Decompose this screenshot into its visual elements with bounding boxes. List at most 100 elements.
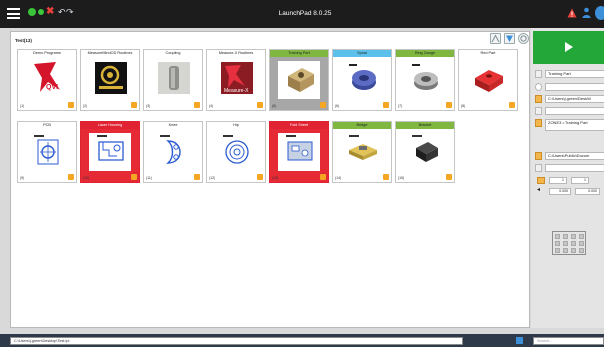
tile-number: (4) bbox=[209, 104, 214, 108]
program-tile[interactable]: Measure-X Routines Measure-X (4) bbox=[206, 49, 266, 111]
tray-cell[interactable] bbox=[563, 248, 568, 253]
program-tile[interactable]: MeasureMindOD Routines (2) bbox=[80, 49, 140, 111]
gear-icon[interactable] bbox=[535, 83, 542, 91]
alert-icon[interactable] bbox=[567, 8, 577, 18]
refresh-icon[interactable] bbox=[518, 33, 529, 44]
program-tile[interactable]: Red Part (8) bbox=[458, 49, 518, 111]
tile-badge-icon[interactable] bbox=[194, 174, 200, 180]
tray-cell[interactable] bbox=[571, 234, 576, 239]
tray-cell[interactable] bbox=[555, 248, 560, 253]
program-tile[interactable]: Ring Gauge (7) bbox=[395, 49, 455, 111]
tile-number: (13) bbox=[272, 176, 279, 180]
tile-badge-icon[interactable] bbox=[320, 102, 326, 108]
tray-cell[interactable] bbox=[555, 241, 560, 246]
tile-badge-icon[interactable] bbox=[320, 174, 326, 180]
program-settings-panel: Training Part C:\Users\j.green\DeskW ZON… bbox=[531, 28, 604, 328]
tile-badge-icon[interactable] bbox=[446, 102, 452, 108]
user-icon[interactable] bbox=[582, 7, 591, 18]
tray-grid[interactable] bbox=[549, 228, 589, 258]
workspace-tab-label[interactable]: Test(13) bbox=[15, 37, 55, 45]
sort-down-icon[interactable] bbox=[504, 33, 515, 44]
file-path-field[interactable]: C:\Users\j.green\Desktop\Test.lpl bbox=[10, 337, 463, 345]
tile-thumbnail: QVI (1) bbox=[18, 57, 76, 110]
program-tile[interactable]: Spiral (6) bbox=[332, 49, 392, 111]
folder-icon[interactable] bbox=[535, 152, 542, 160]
program-tile[interactable]: Demo Programs QVI (1) bbox=[17, 49, 77, 111]
count-a-field[interactable]: 1 bbox=[549, 177, 567, 184]
program-name-field[interactable]: Training Part bbox=[545, 70, 604, 78]
play-icon bbox=[565, 42, 573, 52]
program-tile[interactable]: Bracket (15) bbox=[395, 121, 455, 183]
open-icon[interactable] bbox=[38, 9, 44, 15]
red-part-icon bbox=[475, 70, 503, 92]
chart-icon[interactable] bbox=[535, 119, 542, 127]
program-tile[interactable]: Bridge (14) bbox=[332, 121, 392, 183]
hamburger-menu-icon[interactable] bbox=[7, 8, 20, 19]
measure-x-logo-icon: Measure-X bbox=[221, 62, 253, 94]
tile-number: (15) bbox=[398, 176, 405, 180]
program-path-field[interactable]: C:\Users\j.green\DeskW bbox=[545, 95, 604, 103]
count-b-field[interactable]: 1 bbox=[571, 177, 589, 184]
tile-badge-icon[interactable] bbox=[257, 102, 263, 108]
tray-cell[interactable] bbox=[579, 241, 584, 246]
tray-cell[interactable] bbox=[555, 234, 560, 239]
run-button[interactable] bbox=[533, 31, 604, 64]
tray-cell[interactable] bbox=[563, 234, 568, 239]
blank-field[interactable] bbox=[545, 107, 604, 115]
results-path-field[interactable]: C:\Users\Public\Docum bbox=[545, 152, 604, 160]
folder-icon[interactable] bbox=[535, 95, 542, 103]
repeat-icon[interactable] bbox=[537, 177, 545, 184]
search-input[interactable]: Search... bbox=[533, 337, 604, 345]
list-icon[interactable] bbox=[535, 107, 542, 115]
tile-badge-icon[interactable] bbox=[194, 102, 200, 108]
app-title: LaunchPad 8.0.25 bbox=[278, 10, 332, 17]
program-file-icon[interactable] bbox=[535, 70, 542, 78]
blank-field[interactable] bbox=[545, 164, 604, 172]
route-name-field[interactable]: ZONE3 • Training Part bbox=[545, 119, 604, 131]
tile-badge-icon[interactable] bbox=[131, 174, 137, 180]
tile-thumbnail: (2) bbox=[81, 57, 139, 110]
tile-badge-icon[interactable] bbox=[509, 102, 515, 108]
offset-b-field[interactable]: 0.000 bbox=[575, 188, 600, 195]
tile-thumbnail: (12) bbox=[207, 129, 265, 182]
program-tile[interactable]: Knee (11) bbox=[143, 121, 203, 183]
list-icon[interactable] bbox=[535, 164, 542, 172]
tile-title: MeasureMindOD Routines bbox=[87, 51, 133, 55]
redo-icon[interactable]: ↷ bbox=[66, 7, 74, 17]
settings-field[interactable] bbox=[545, 83, 604, 91]
program-tile[interactable]: PCB (9) bbox=[17, 121, 77, 183]
tray-cell[interactable] bbox=[571, 241, 576, 246]
program-tile[interactable]: Fold Sheet (13) bbox=[269, 121, 329, 183]
settings-row bbox=[535, 83, 604, 91]
program-tile[interactable]: Training Part (5) bbox=[269, 49, 329, 111]
new-icon[interactable] bbox=[28, 8, 36, 16]
tray-cell[interactable] bbox=[579, 234, 584, 239]
tile-thumbnail: (11) bbox=[144, 129, 202, 182]
ring-gauge-icon bbox=[412, 64, 438, 90]
tile-badge-icon[interactable] bbox=[383, 174, 389, 180]
program-tile[interactable]: Hip (12) bbox=[206, 121, 266, 183]
tray-cell[interactable] bbox=[563, 241, 568, 246]
tile-badge-icon[interactable] bbox=[446, 174, 452, 180]
sort-up-icon[interactable] bbox=[490, 33, 501, 44]
undo-icon[interactable]: ↶ bbox=[58, 7, 66, 17]
status-action-icon[interactable] bbox=[516, 337, 523, 344]
tile-badge-icon[interactable] bbox=[68, 102, 74, 108]
tile-badge-icon[interactable] bbox=[68, 174, 74, 180]
close-file-icon[interactable]: ✖ bbox=[46, 6, 56, 18]
help-icon[interactable] bbox=[595, 6, 604, 20]
program-tile[interactable]: Coupling (3) bbox=[143, 49, 203, 111]
coupling-part-icon bbox=[158, 62, 190, 94]
tile-number: (2) bbox=[83, 104, 88, 108]
tile-badge-icon[interactable] bbox=[257, 174, 263, 180]
tile-badge-icon[interactable] bbox=[131, 102, 137, 108]
tray-cell[interactable] bbox=[579, 248, 584, 253]
tile-thumbnail: (13) bbox=[270, 129, 328, 182]
tile-thumbnail: (10) bbox=[81, 129, 139, 182]
program-tile[interactable]: Laser Housing (10) bbox=[80, 121, 140, 183]
offset-a-field[interactable]: 0.000 bbox=[549, 188, 571, 195]
tray-cell[interactable] bbox=[571, 248, 576, 253]
fold-sheet-drawing-icon bbox=[286, 135, 313, 161]
tile-badge-icon[interactable] bbox=[383, 102, 389, 108]
tile-title: Knee bbox=[168, 123, 178, 127]
